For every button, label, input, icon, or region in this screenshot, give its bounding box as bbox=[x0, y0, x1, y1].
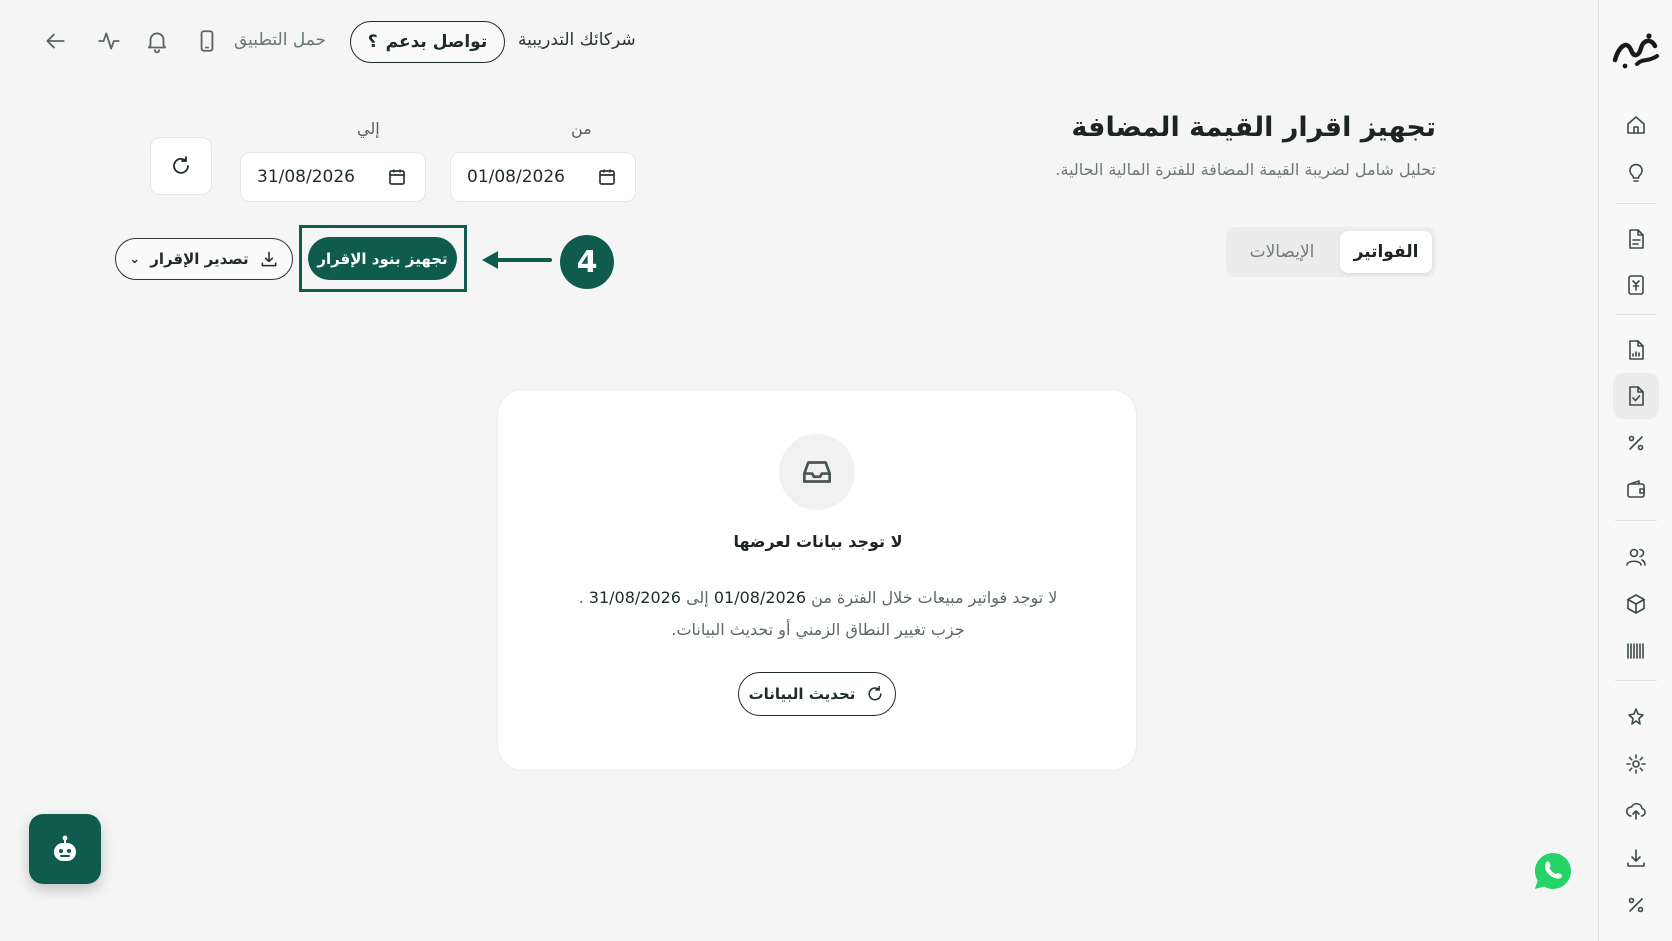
help-icon: ؟ bbox=[367, 32, 378, 52]
sidebar-divider bbox=[1615, 203, 1657, 204]
empty-message-line-1: لا توجد فواتير مبيعات خلال الفترة من 01/… bbox=[528, 582, 1108, 614]
calendar-icon bbox=[389, 169, 405, 185]
settings-star-icon bbox=[1628, 708, 1644, 725]
empty-message-end: . bbox=[578, 588, 584, 607]
sidebar-item-users[interactable] bbox=[1613, 534, 1659, 580]
download-app-link[interactable]: حمل التطبيق bbox=[234, 30, 326, 50]
receipt-icon bbox=[1628, 275, 1644, 295]
empty-message-to-word: إلى bbox=[686, 588, 709, 607]
document-icon bbox=[1629, 229, 1644, 249]
sidebar bbox=[1598, 0, 1672, 941]
activity-button[interactable] bbox=[94, 26, 124, 56]
robot-icon bbox=[54, 835, 76, 861]
contact-support-button[interactable]: تواصل بدعم ؟ bbox=[350, 21, 505, 63]
sidebar-divider bbox=[1615, 680, 1657, 681]
activity-icon bbox=[98, 32, 120, 50]
refresh-icon bbox=[868, 685, 883, 701]
sidebar-item-settings[interactable] bbox=[1613, 741, 1659, 787]
empty-message-prefix: لا توجد فواتير مبيعات خلال الفترة من bbox=[811, 588, 1058, 607]
barcode-icon bbox=[1627, 643, 1644, 659]
sidebar-item-insights[interactable] bbox=[1613, 150, 1659, 196]
calendar-icon bbox=[599, 169, 615, 185]
sidebar-item-receipts[interactable] bbox=[1613, 262, 1659, 308]
empty-message-to-date: 31/08/2026 bbox=[588, 588, 681, 607]
refresh-icon bbox=[173, 156, 189, 174]
sidebar-item-discounts[interactable] bbox=[1613, 882, 1659, 928]
sidebar-item-home[interactable] bbox=[1613, 102, 1659, 148]
download-icon bbox=[261, 251, 277, 267]
to-date-value: 31/08/2026 bbox=[257, 167, 355, 187]
sidebar-divider bbox=[1615, 314, 1657, 315]
topbar: حمل التطبيق تواصل بدعم ؟ شركائك التدريبي… bbox=[30, 18, 670, 64]
chevron-down-icon: ⌄ bbox=[129, 251, 141, 267]
assistant-bot-button[interactable] bbox=[29, 814, 101, 884]
percent-icon bbox=[1628, 897, 1644, 913]
gear-icon bbox=[1626, 754, 1646, 774]
tab-receipts[interactable]: الإيصالات bbox=[1230, 231, 1334, 273]
empty-state-message: لا توجد فواتير مبيعات خلال الفترة من 01/… bbox=[528, 582, 1108, 646]
from-date-field[interactable]: 01/08/2026 bbox=[450, 152, 636, 202]
export-declaration-button[interactable]: ⌄ تصدير الإقرار bbox=[115, 238, 293, 280]
users-icon bbox=[1626, 548, 1646, 566]
bell-icon bbox=[147, 32, 167, 54]
file-chart-icon bbox=[1629, 340, 1644, 360]
sidebar-item-automation[interactable] bbox=[1613, 694, 1659, 740]
whatsapp-button[interactable] bbox=[1532, 850, 1574, 892]
update-data-label: تحديث البيانات bbox=[748, 685, 856, 703]
page-subtitle: تحليل شامل لضريبة القيمة المضافة للفترة … bbox=[1055, 160, 1436, 179]
from-label: من bbox=[571, 119, 592, 138]
page-title: تجهيز اقرار القيمة المضافة bbox=[1071, 112, 1436, 143]
sidebar-item-vat-return[interactable] bbox=[1613, 373, 1659, 419]
tabs: الفواتير الإيصالات bbox=[1226, 227, 1436, 277]
sidebar-divider bbox=[1615, 520, 1657, 521]
cloud-upload-icon bbox=[1625, 802, 1646, 820]
sidebar-item-reports[interactable] bbox=[1613, 327, 1659, 373]
sidebar-item-documents[interactable] bbox=[1613, 216, 1659, 262]
empty-state-card: لا توجد بيانات لعرضها لا توجد فواتير مبي… bbox=[497, 389, 1137, 771]
to-date-field[interactable]: 31/08/2026 bbox=[240, 152, 426, 202]
tab-invoices[interactable]: الفواتير bbox=[1340, 231, 1432, 273]
pointer-arrow bbox=[482, 251, 552, 269]
export-label: تصدير الإقرار bbox=[150, 250, 249, 268]
app-logo[interactable] bbox=[1609, 26, 1663, 74]
refresh-button[interactable] bbox=[150, 137, 212, 195]
box-icon bbox=[1627, 594, 1645, 614]
to-label: إلي bbox=[357, 119, 380, 138]
home-icon bbox=[1627, 116, 1645, 134]
sidebar-item-barcode[interactable] bbox=[1613, 628, 1659, 674]
back-button[interactable] bbox=[40, 26, 70, 56]
update-data-button[interactable]: تحديث البيانات bbox=[738, 672, 896, 716]
file-check-icon bbox=[1629, 386, 1644, 406]
prepare-declaration-items-button[interactable]: تجهيز بنود الإقرار bbox=[308, 237, 457, 280]
inbox-icon-wrapper bbox=[779, 434, 855, 510]
company-name[interactable]: شركائك التدريبية bbox=[518, 30, 636, 50]
inbox-icon bbox=[802, 461, 832, 483]
notifications-button[interactable] bbox=[142, 26, 172, 56]
logo-mark bbox=[1612, 33, 1659, 69]
lightbulb-icon bbox=[1629, 163, 1643, 182]
sidebar-item-wallet[interactable] bbox=[1613, 467, 1659, 513]
percent-icon bbox=[1628, 435, 1644, 451]
download-icon bbox=[1627, 849, 1645, 867]
wallet-icon bbox=[1627, 480, 1645, 498]
empty-state-title: لا توجد بيانات لعرضها bbox=[733, 532, 903, 551]
phone-icon bbox=[200, 30, 214, 52]
empty-message-from-date: 01/08/2026 bbox=[713, 588, 807, 607]
sidebar-item-upload[interactable] bbox=[1613, 788, 1659, 834]
step-number-badge: 4 bbox=[560, 235, 614, 289]
mobile-app-button[interactable] bbox=[192, 26, 222, 56]
sidebar-item-products[interactable] bbox=[1613, 581, 1659, 627]
from-date-value: 01/08/2026 bbox=[467, 167, 565, 187]
sidebar-item-tax[interactable] bbox=[1613, 420, 1659, 466]
support-label: تواصل بدعم bbox=[385, 32, 488, 52]
back-arrow-icon bbox=[46, 33, 65, 49]
sidebar-item-download[interactable] bbox=[1613, 835, 1659, 881]
empty-message-line-2: جزب تغيير النطاق الزمني أو تحديث البيانا… bbox=[671, 620, 965, 639]
